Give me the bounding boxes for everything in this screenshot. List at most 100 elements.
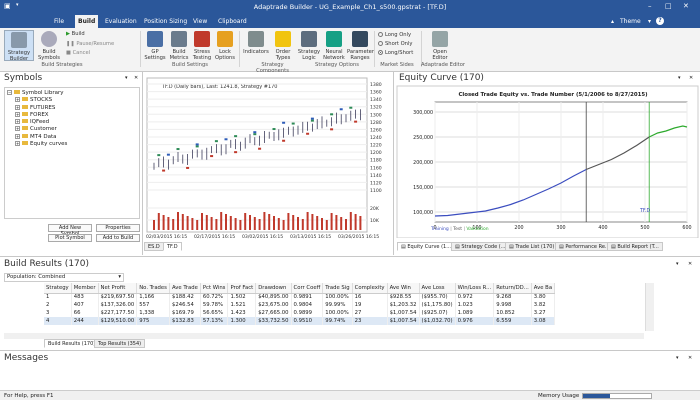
lock-options-button[interactable]: Lock Options [214,31,236,61]
folder-icon [22,126,28,131]
maximize-icon[interactable]: □ [665,2,672,10]
column-header[interactable]: Prof Fact [227,283,257,294]
tree-root[interactable]: − Symbol Library [7,90,137,97]
close-icon[interactable]: ✕ [683,2,689,10]
help-icon[interactable]: ? [656,17,664,25]
tree-item-equity-curves[interactable]: + Equity curves [7,141,137,148]
minimize-icon[interactable]: – [648,2,652,10]
neural-network-button[interactable]: Neural Network [321,31,347,61]
expand-icon[interactable]: + [15,104,20,110]
open-editor-button[interactable]: Open Editor [425,31,455,61]
gp-settings-button[interactable]: GP Settings [142,31,168,61]
strategy-builder-button[interactable]: Strategy Builder [4,30,34,62]
panel-close-icon[interactable]: ✕ [134,75,138,81]
short-only-radio[interactable]: Short Only [378,41,412,47]
column-header[interactable]: Pct Wins [200,283,229,294]
tree-item-iqfeed[interactable]: + IQFeed [7,119,137,126]
menu-build[interactable]: Build [75,15,99,28]
properties-button[interactable]: Properties [96,224,140,232]
table-cell: 66 [71,309,99,317]
expand-icon[interactable]: + [15,126,20,132]
stress-testing-button[interactable]: Stress Testing [190,31,214,61]
menu-position-sizing[interactable]: Position Sizing [141,17,190,26]
column-header[interactable]: Ave Loss [419,283,456,294]
column-header[interactable]: Ave Ba [531,283,556,294]
long-only-radio[interactable]: Long Only [378,32,411,38]
menu-view[interactable]: View [190,17,210,26]
tab-strategy-code[interactable]: ▤ Strategy Code (... [451,242,510,251]
expand-icon[interactable]: + [15,97,20,103]
panel-close-icon[interactable]: ✕ [688,261,692,267]
panel-pin-icon[interactable]: ▾ [125,75,128,81]
tree-item-futures[interactable]: + FUTURES [7,104,137,112]
expand-icon[interactable]: + [15,141,20,147]
panel-pin-icon[interactable]: ▾ [676,355,679,361]
group-adaptrade-editor: Adaptrade Editor [420,62,466,68]
table-row[interactable]: 2 407 $137,326.00 557 $246.54 59.78% 1.521 $23,… [44,301,556,309]
menu-evaluation[interactable]: Evaluation [102,17,140,26]
column-header[interactable]: Strategy [44,283,72,294]
population-select[interactable]: Population: Combined ▾ [4,273,124,282]
entry-marker [166,153,170,156]
equity-chart[interactable]: Closed Trade Equity vs. Trade Number (5/… [395,72,700,238]
add-new-symbol-button[interactable]: Add New Symbol [48,224,92,237]
table-row[interactable]: 4 244 $129,510.00 975 $132.83 57.13% 1.300 $33,… [44,317,556,325]
sell-marker [162,169,166,172]
column-header[interactable]: Corr Coeff [291,283,324,294]
column-header[interactable]: Return/DD... [493,283,532,294]
table-row[interactable]: 3 66 $227,177.50 1,338 $169.79 56.65% 1.423 $27… [44,309,556,317]
tab-performance-report[interactable]: ▤ Performance Re... [555,242,614,251]
column-header[interactable]: Ave Win [387,283,420,294]
equity-x-tick: 500 [640,225,649,231]
results-scrollbar[interactable] [645,283,654,331]
table-row[interactable]: 1 483 $219,697.50 1,166 $188.42 60.72% 1.502 $4… [44,293,556,301]
tab-top-results[interactable]: Top Results (354) [94,339,146,348]
tab-equity-curve[interactable]: ▤ Equity Curve (1... [397,242,455,251]
buy-marker [214,140,218,143]
menu-clipboard[interactable]: Clipboard [215,17,250,26]
column-header[interactable]: Ave Trade [169,283,201,294]
tree-item-forex[interactable]: + FOREX [7,111,137,119]
long-short-radio[interactable]: Long/Short [378,50,413,56]
tab-trade-list[interactable]: ▤ Trade List (170) [505,242,559,251]
expand-icon[interactable]: + [15,119,20,125]
column-header[interactable]: Member [71,283,99,294]
parameter-ranges-button[interactable]: Parameter Ranges [347,31,374,61]
expand-icon[interactable]: + [15,133,20,139]
column-header[interactable]: Net Profit [98,283,138,294]
volume-bar [201,213,203,230]
build-symbols-button[interactable]: Build Symbols [35,31,63,61]
panel-pin-icon[interactable]: ▾ [676,261,679,267]
price-chart[interactable]: TF.D (Daily bars), Last: 1241.8, Strateg… [144,72,394,242]
add-to-build-button[interactable]: Add to Build [96,234,140,242]
column-header[interactable]: Drawdown [255,283,292,294]
tree-item-customer[interactable]: + Customer [7,126,137,133]
table-cell: 1.502 [227,293,257,301]
order-types-button[interactable]: Order Types [271,31,295,61]
strategy-logic-button[interactable]: Strategy Logic [297,31,321,61]
tab-tf-d[interactable]: TF.D [163,242,182,251]
menu-file[interactable]: File [51,17,67,26]
cancel-button[interactable]: ■ Cancel [66,50,90,56]
price-plot-area [146,77,368,233]
tab-build-results[interactable]: Build Results (170) [44,339,100,348]
column-header[interactable]: Win/Loss R... [455,283,495,294]
column-header[interactable]: Complexity [352,283,388,294]
build-button[interactable]: ▶ Build [66,31,85,37]
build-metrics-button[interactable]: Build Metrics [168,31,190,61]
tree-item-mt4-data[interactable]: + MT4 Data [7,133,137,141]
tree-item-stocks[interactable]: + STOCKS [7,97,137,104]
theme-dropdown-icon[interactable]: ▾ [645,17,654,26]
pause-resume-button[interactable]: ❚❚ Pause/Resume [66,41,114,47]
column-header[interactable]: Trade Sig [322,283,353,294]
expand-icon[interactable]: + [15,111,20,117]
plot-symbol-button[interactable]: Plot Symbol [48,234,92,242]
indicators-button[interactable]: Indicators [243,31,269,55]
column-header[interactable]: No. Trades [136,283,170,294]
table-cell: $137,326.00 [98,301,138,309]
tab-es-d[interactable]: ES.D [144,242,164,251]
collapse-icon[interactable]: − [7,90,12,95]
panel-close-icon[interactable]: ✕ [688,355,692,361]
tab-build-report[interactable]: ▤ Build Report (T... [607,242,663,251]
theme-menu[interactable]: Theme [617,17,644,26]
